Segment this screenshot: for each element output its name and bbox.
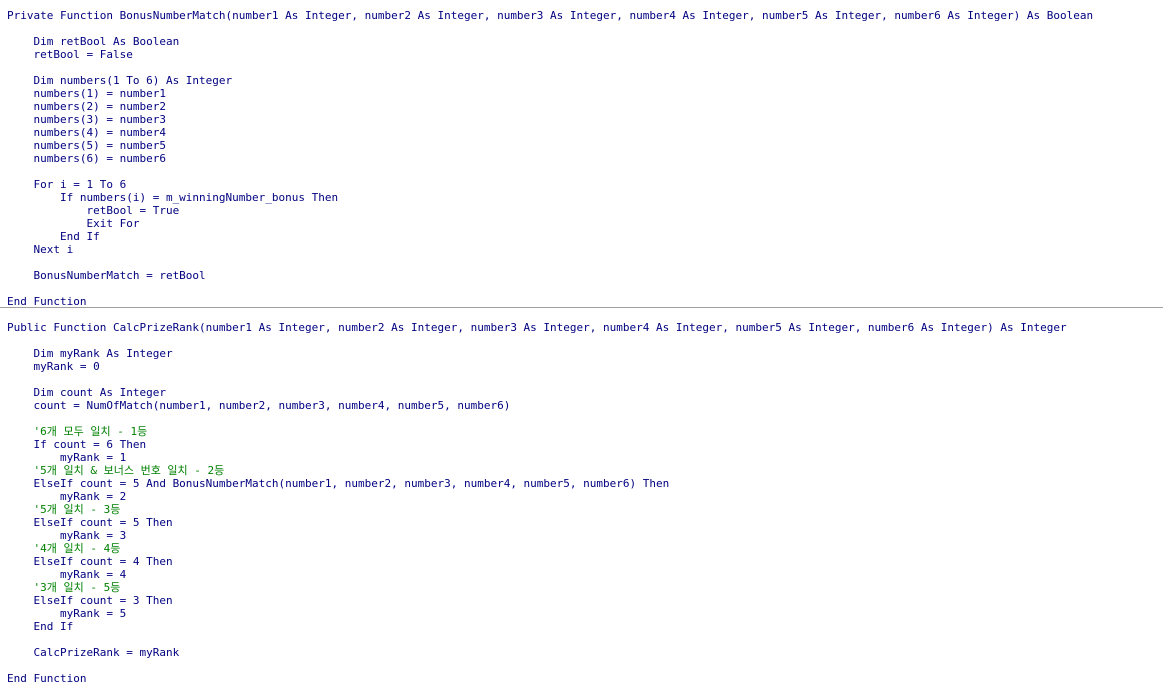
code-line[interactable]: Dim myRank As Integer	[7, 347, 1067, 360]
code-line[interactable]: If numbers(i) = m_winningNumber_bonus Th…	[7, 191, 1093, 204]
procedure-bonus-number-match[interactable]: Private Function BonusNumberMatch(number…	[7, 9, 1093, 308]
code-comment-line[interactable]: '6개 모두 일치 - 1등	[7, 425, 1067, 438]
code-line[interactable]	[7, 334, 1067, 347]
code-line[interactable]: numbers(3) = number3	[7, 113, 1093, 126]
code-comment-line[interactable]: '4개 일치 - 4등	[7, 542, 1067, 555]
procedure-separator	[0, 307, 1163, 308]
code-line[interactable]: For i = 1 To 6	[7, 178, 1093, 191]
code-line[interactable]	[7, 412, 1067, 425]
code-line[interactable]: myRank = 2	[7, 490, 1067, 503]
code-line[interactable]: numbers(1) = number1	[7, 87, 1093, 100]
code-line[interactable]: ElseIf count = 5 And BonusNumberMatch(nu…	[7, 477, 1067, 490]
code-line[interactable]	[7, 165, 1093, 178]
code-line[interactable]: Exit For	[7, 217, 1093, 230]
code-editor-pane[interactable]: Private Function BonusNumberMatch(number…	[0, 0, 1163, 693]
code-line[interactable]: Private Function BonusNumberMatch(number…	[7, 9, 1093, 22]
code-line[interactable]	[7, 256, 1093, 269]
code-line[interactable]: Dim count As Integer	[7, 386, 1067, 399]
code-line[interactable]: retBool = True	[7, 204, 1093, 217]
code-comment-line[interactable]: '5개 일치 - 3등	[7, 503, 1067, 516]
code-line[interactable]: numbers(5) = number5	[7, 139, 1093, 152]
code-line[interactable]: numbers(6) = number6	[7, 152, 1093, 165]
code-line[interactable]: ElseIf count = 5 Then	[7, 516, 1067, 529]
code-line[interactable]: myRank = 3	[7, 529, 1067, 542]
code-line[interactable]	[7, 633, 1067, 646]
code-line[interactable]: ElseIf count = 3 Then	[7, 594, 1067, 607]
code-comment-line[interactable]: '5개 일치 & 보너스 번호 일치 - 2등	[7, 464, 1067, 477]
code-line[interactable]: count = NumOfMatch(number1, number2, num…	[7, 399, 1067, 412]
procedure-calc-prize-rank[interactable]: Public Function CalcPrizeRank(number1 As…	[7, 321, 1067, 685]
code-line[interactable]: numbers(2) = number2	[7, 100, 1093, 113]
code-comment-line[interactable]: '3개 일치 - 5등	[7, 581, 1067, 594]
code-line[interactable]: BonusNumberMatch = retBool	[7, 269, 1093, 282]
code-line[interactable]	[7, 373, 1067, 386]
code-line[interactable]	[7, 659, 1067, 672]
code-line[interactable]: Dim numbers(1 To 6) As Integer	[7, 74, 1093, 87]
code-line[interactable]	[7, 282, 1093, 295]
code-line[interactable]: End If	[7, 620, 1067, 633]
code-line[interactable]: Next i	[7, 243, 1093, 256]
code-line[interactable]: ElseIf count = 4 Then	[7, 555, 1067, 568]
code-line[interactable]: Public Function CalcPrizeRank(number1 As…	[7, 321, 1067, 334]
code-line[interactable]: myRank = 1	[7, 451, 1067, 464]
code-line[interactable]	[7, 61, 1093, 74]
code-line[interactable]: myRank = 5	[7, 607, 1067, 620]
code-line[interactable]: If count = 6 Then	[7, 438, 1067, 451]
code-line[interactable]: retBool = False	[7, 48, 1093, 61]
code-line[interactable]: myRank = 0	[7, 360, 1067, 373]
code-line[interactable]: End If	[7, 230, 1093, 243]
code-line[interactable]: Dim retBool As Boolean	[7, 35, 1093, 48]
code-line[interactable]: numbers(4) = number4	[7, 126, 1093, 139]
code-line[interactable]: myRank = 4	[7, 568, 1067, 581]
code-line[interactable]: End Function	[7, 672, 1067, 685]
code-line[interactable]	[7, 22, 1093, 35]
code-line[interactable]: CalcPrizeRank = myRank	[7, 646, 1067, 659]
